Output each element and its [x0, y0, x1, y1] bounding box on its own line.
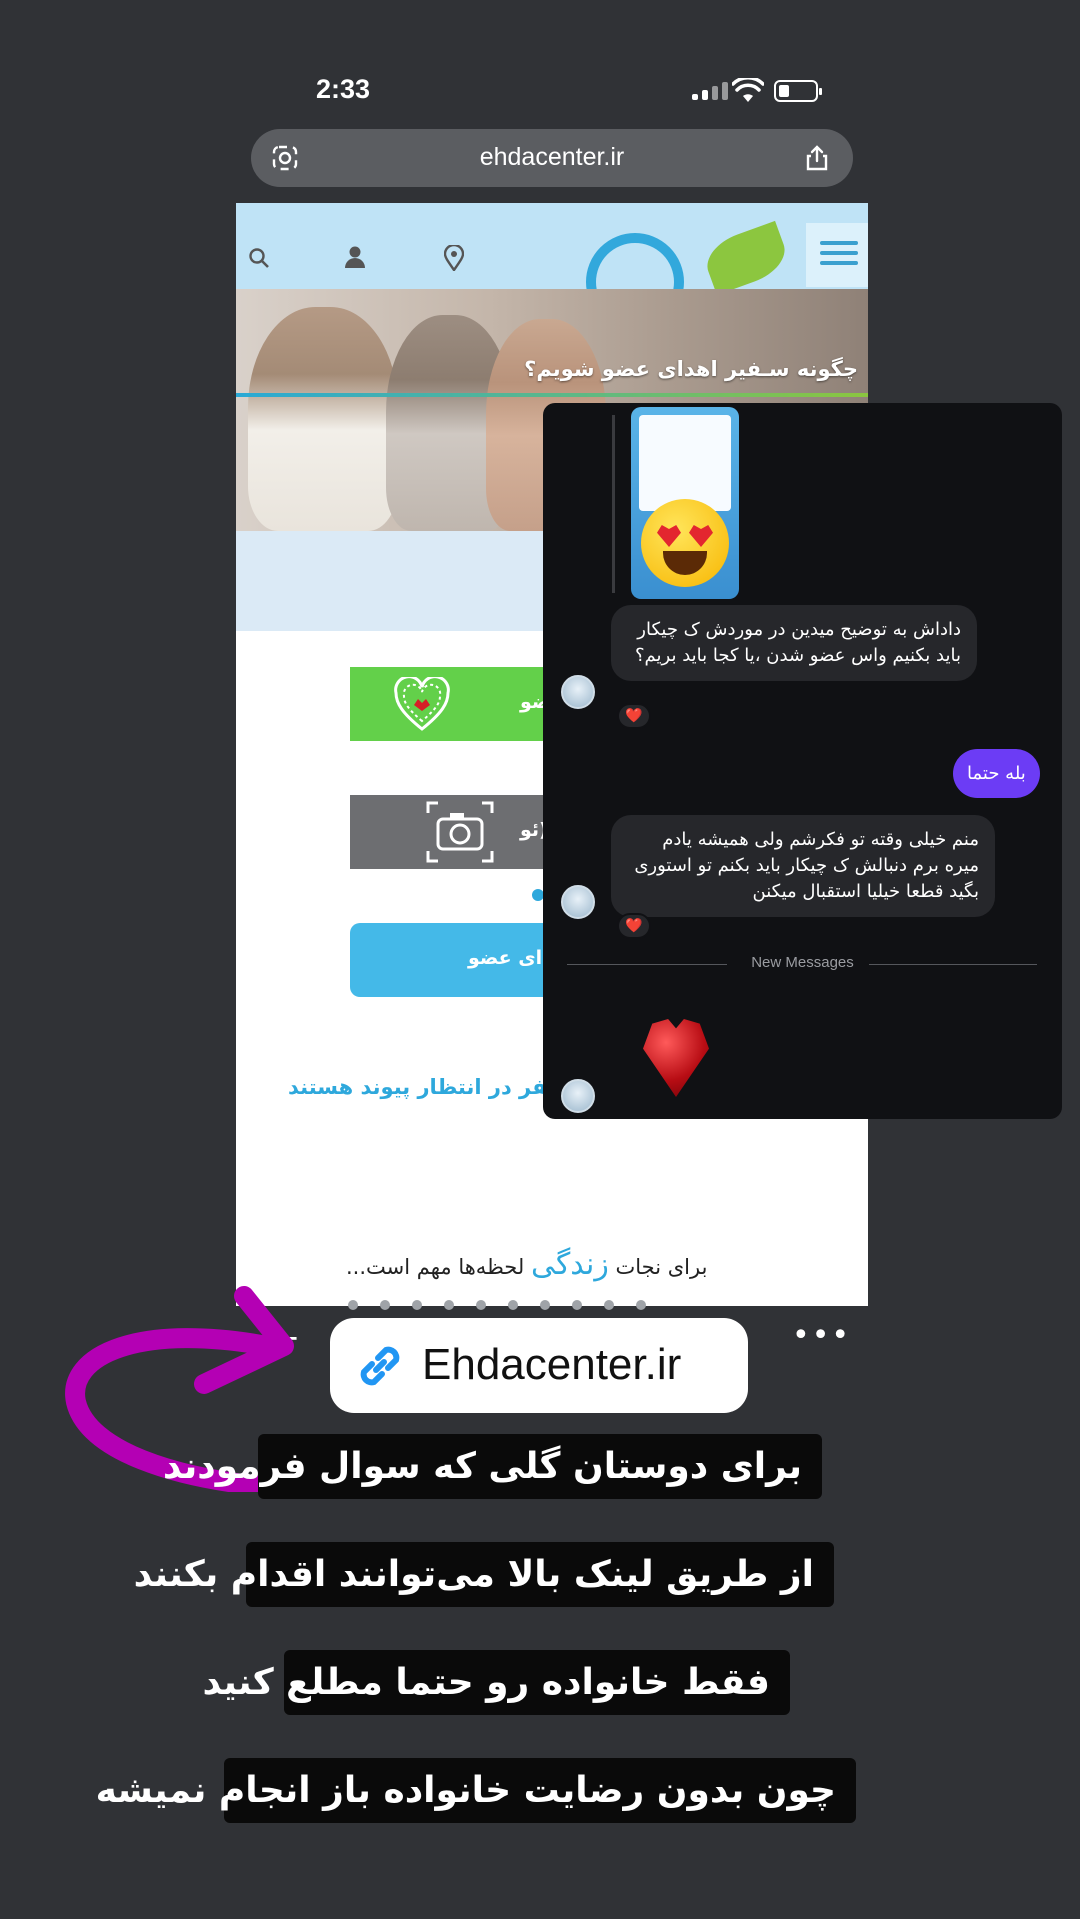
url-text: ehdacenter.ir: [479, 143, 625, 171]
caption-line: فقط خانواده رو حتما مطلع کنید: [203, 1650, 790, 1715]
caption-line: از طریق لینک بالا می‌توانند اقدام بکنند: [134, 1542, 834, 1607]
incoming-message: منم خیلی وقته تو فکرشم ولی همیشه یادم می…: [611, 815, 995, 917]
browser-url-bar[interactable]: ehdacenter.ir: [251, 129, 853, 187]
status-time: 2:33: [316, 74, 371, 104]
ruby-heart-sticker: [643, 1019, 709, 1097]
share-icon[interactable]: [803, 144, 831, 172]
heart-reaction[interactable]: ❤️: [617, 913, 651, 939]
battery-icon: [774, 80, 822, 102]
user-icon[interactable]: [344, 245, 366, 269]
heart-reaction[interactable]: ❤️: [617, 703, 651, 729]
carousel-dots: [348, 1300, 646, 1310]
wifi-icon: [732, 78, 764, 102]
story-poster: [639, 415, 731, 511]
link-icon: [360, 1346, 400, 1386]
link-sticker-label: Ehdacenter.ir: [422, 1340, 682, 1389]
logo-leaf-shape: [699, 220, 793, 296]
button-label: دای عضو: [468, 947, 552, 969]
caption-line: برای دوستان گلی که سوال فرمودند: [163, 1434, 822, 1499]
tagline-highlight: زندگی: [530, 1247, 609, 1282]
link-sticker[interactable]: Ehdacenter.ir: [330, 1318, 748, 1413]
location-pin-icon[interactable]: [444, 245, 464, 271]
shared-story-thumbnail[interactable]: [631, 407, 739, 599]
heart-eyes-emoji-icon: [641, 499, 729, 587]
more-options-icon[interactable]: •••: [792, 1318, 851, 1353]
hero-divider: [236, 393, 868, 397]
outgoing-message: بله حتما: [953, 749, 1040, 798]
incoming-message: داداش به توضیح میدین در موردش ک چیکار با…: [611, 605, 977, 681]
sender-avatar[interactable]: [561, 675, 595, 709]
life-tagline: برای نجات زندگی لحظه‌ها مهم است...: [346, 1247, 707, 1282]
waiting-patients-text: سفر در انتظار پیوند هستند: [288, 1075, 568, 1099]
site-header: [236, 203, 868, 331]
direct-message-panel: داداش به توضیح میدین در موردش ک چیکار با…: [543, 403, 1062, 1119]
tagline-prefix: برای نجات: [615, 1255, 708, 1279]
hero-person: [248, 307, 398, 531]
heart-icon: [394, 677, 450, 731]
hero-title: چگونه سـفیر اهدای عضو شویم؟: [524, 357, 858, 381]
divider: [869, 964, 1037, 965]
caption-line: چون بدون رضایت خانواده باز انجام نمیشه: [96, 1758, 856, 1823]
search-icon[interactable]: [248, 247, 270, 269]
camera-icon: [426, 801, 494, 863]
tagline-suffix: لحظه‌ها مهم است...: [346, 1255, 525, 1279]
reply-thread-line: [612, 415, 615, 593]
sender-avatar[interactable]: [561, 885, 595, 919]
cellular-signal-icon: [692, 82, 728, 100]
hamburger-menu-icon[interactable]: [806, 223, 868, 287]
sender-avatar[interactable]: [561, 1079, 595, 1113]
new-messages-label: New Messages: [751, 954, 854, 971]
